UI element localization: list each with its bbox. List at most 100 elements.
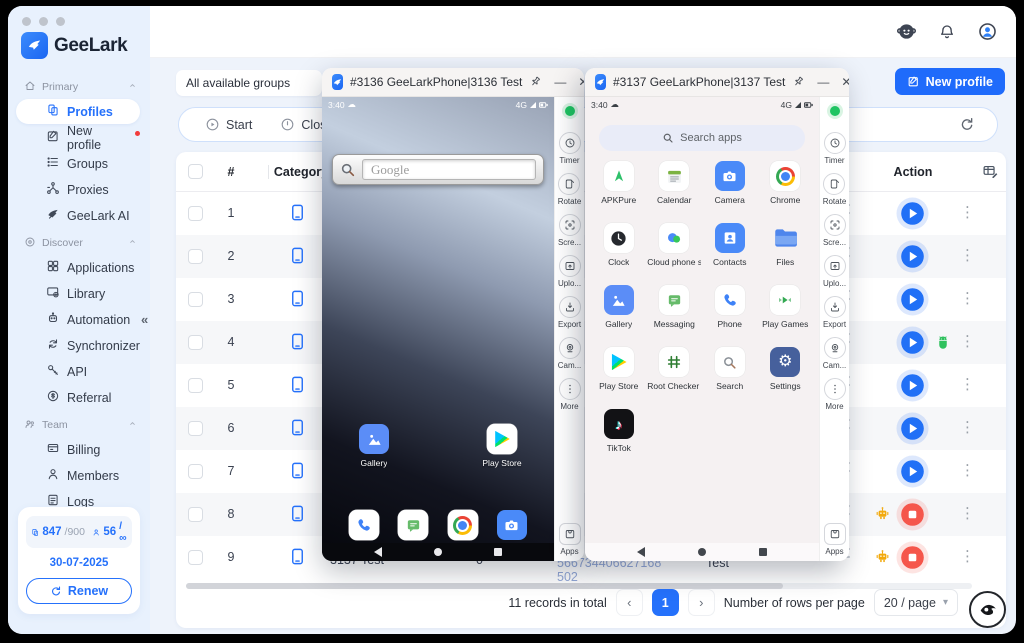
sidebar-collapse-button[interactable]: « [141,312,148,327]
minimize-icon[interactable]: — [817,76,829,88]
phone-window-titlebar[interactable]: #3137 GeeLarkPhone|3137 Test — ✕ [585,68,849,97]
phone-tool-apps[interactable]: Apps [824,523,846,556]
row-checkbox[interactable] [188,292,203,307]
app-rootchecker[interactable]: Root Checker B... [647,347,703,400]
phone-tool-export[interactable]: Export [558,296,581,329]
app-files[interactable]: Files [758,223,814,276]
google-search-widget[interactable]: Google [332,154,544,185]
page-size-select[interactable]: 20 / page▾ [874,589,958,616]
sidebar-item-billing[interactable]: Billing [16,437,140,462]
row-checkbox[interactable] [188,507,203,522]
row-checkbox[interactable] [188,550,203,565]
sidebar-item-api[interactable]: API [16,359,140,384]
refresh-button[interactable] [959,116,975,137]
phone-tool-rotate[interactable]: Rotate [823,173,847,206]
start-phone-button[interactable] [896,197,929,230]
row-checkbox[interactable] [188,464,203,479]
phone-tool-upload[interactable]: Uplo... [558,255,581,288]
row-menu-button[interactable]: ⋮ [960,461,975,481]
row-menu-button[interactable]: ⋮ [960,246,975,266]
row-menu-button[interactable]: ⋮ [960,547,975,567]
row-menu-button[interactable]: ⋮ [960,504,975,524]
pin-icon[interactable] [792,75,805,90]
group-filter-select[interactable]: All available groups [176,70,322,96]
phone-window-titlebar[interactable]: #3136 GeeLarkPhone|3136 Test — ✕ [322,68,584,97]
next-page-button[interactable]: › [688,589,715,616]
current-page[interactable]: 1 [652,589,679,616]
prev-page-button[interactable]: ‹ [616,589,643,616]
search-apps-input[interactable]: Search apps [599,125,805,151]
row-checkbox[interactable] [188,335,203,350]
start-phone-button[interactable] [896,455,929,488]
app-contacts[interactable]: Contacts [702,223,758,276]
row-menu-button[interactable]: ⋮ [960,418,975,438]
sidebar-item-library[interactable]: Library [16,281,140,306]
close-icon[interactable]: ✕ [578,76,584,88]
sidebar-item-synchronizer[interactable]: Synchronizer [16,333,140,358]
support-icon[interactable] [896,21,917,47]
column-settings-icon[interactable] [982,163,999,183]
start-phone-button[interactable] [896,283,929,316]
user-avatar[interactable] [977,21,998,47]
phone-tool-upload[interactable]: Uplo... [823,255,846,288]
app-cloudphone[interactable]: Cloud phone se... [647,223,703,276]
start-button[interactable]: Start [205,117,252,132]
app-phone[interactable]: Phone [702,285,758,338]
row-menu-button[interactable]: ⋮ [960,375,975,395]
nav-back-button[interactable] [374,547,382,557]
phone-tool-screenshot[interactable]: Scre... [823,214,846,247]
phone-tool-camera[interactable]: Cam... [558,337,582,370]
app-camera[interactable]: Camera [702,161,758,214]
sidebar-section-primary[interactable]: Primary [8,76,150,98]
phone-tool-more[interactable]: More [559,378,581,411]
new-profile-button[interactable]: New profile [895,68,1005,95]
phone-screen-3137[interactable]: 3:40☁ 4G Search apps APKPure Calendar Ca… [585,97,819,561]
app-playstore[interactable]: Play Store [471,424,533,468]
phone-tool-apps[interactable]: Apps [559,523,581,556]
start-phone-button[interactable] [896,240,929,273]
phone-tool-screenshot[interactable]: Scre... [558,214,581,247]
phone-window-3136[interactable]: #3136 GeeLarkPhone|3136 Test — ✕ 3:40☁ 4… [322,68,584,561]
phone-screen-3136[interactable]: 3:40☁ 4G Google Gallery Play Store [322,97,554,561]
row-checkbox[interactable] [188,378,203,393]
dock-app-phone[interactable] [349,510,379,540]
row-menu-button[interactable]: ⋮ [960,203,975,223]
app-playstore[interactable]: Play Store [591,347,647,400]
close-icon[interactable]: ✕ [841,76,849,88]
renew-button[interactable]: Renew [26,578,132,604]
sidebar-item-applications[interactable]: Applications [16,255,140,280]
sidebar-item-referral[interactable]: Referral [16,385,140,410]
dock-app-chrome[interactable] [448,510,478,540]
phone-tool-rotate[interactable]: Rotate [558,173,582,206]
phone-tool-more[interactable]: More [824,378,846,411]
app-apkpure[interactable]: APKPure [591,161,647,214]
pin-icon[interactable] [529,75,542,90]
sidebar-section-discover[interactable]: Discover [8,232,150,254]
app-chrome[interactable]: Chrome [758,161,814,214]
app-tiktok[interactable]: ♪ TikTok [591,409,647,462]
sidebar-item-geelark-ai[interactable]: GeeLark AI [16,203,140,228]
stop-phone-button[interactable] [896,498,929,531]
start-phone-button[interactable] [896,326,929,359]
phone-tool-timer[interactable]: Timer [559,132,581,165]
app-messaging[interactable]: Messaging [647,285,703,338]
geelark-eye-button[interactable] [969,591,1006,628]
phone-tool-timer[interactable]: Timer [824,132,846,165]
app-playgames[interactable]: Play Games [758,285,814,338]
notifications-bell-icon[interactable] [938,23,956,46]
google-search-input[interactable]: Google [362,159,536,180]
app-search[interactable]: Search [702,347,758,400]
stop-phone-button[interactable] [896,541,929,574]
sidebar-item-profiles[interactable]: Profiles [16,99,140,124]
select-all-checkbox[interactable] [188,164,203,179]
app-gallery[interactable]: Gallery [591,285,647,338]
phone-window-3137[interactable]: #3137 GeeLarkPhone|3137 Test — ✕ 3:40☁ 4… [585,68,849,561]
sidebar-section-team[interactable]: Team [8,414,150,436]
sidebar-item-members[interactable]: Members [16,463,140,488]
start-phone-button[interactable] [896,369,929,402]
app-gallery[interactable]: Gallery [343,424,405,468]
app-clock[interactable]: Clock [591,223,647,276]
row-menu-button[interactable]: ⋮ [960,289,975,309]
phone-tool-camera[interactable]: Cam... [823,337,847,370]
dock-app-camera[interactable] [497,510,527,540]
